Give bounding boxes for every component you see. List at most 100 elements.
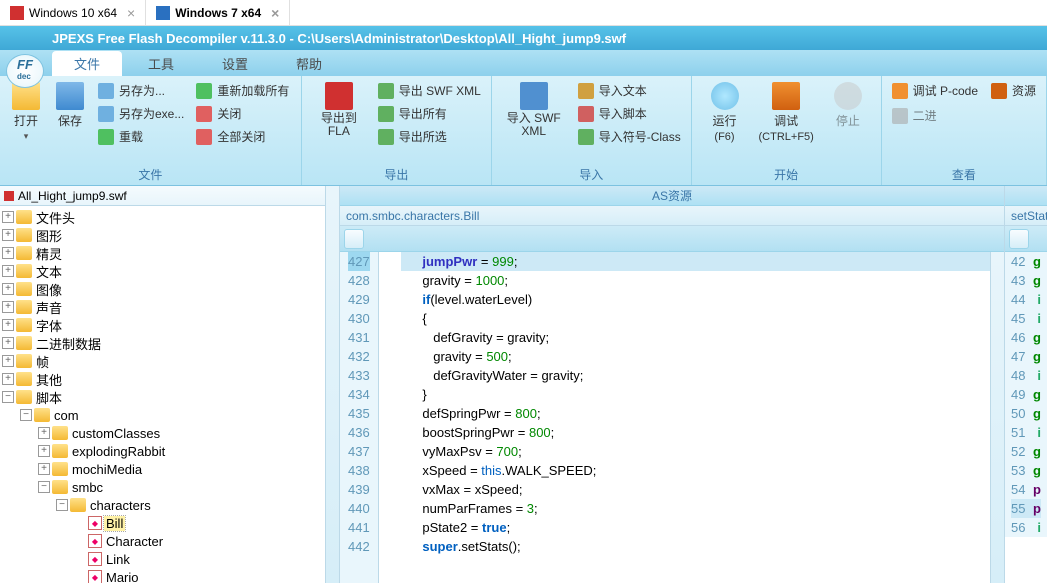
folder-icon	[16, 354, 32, 368]
tree-item[interactable]: +图形	[0, 226, 339, 244]
pcode-pane: setStats 42g43g44i45i46g47g48i49g50g51i5…	[1005, 186, 1047, 583]
saveas-button[interactable]: 另存为...	[94, 80, 188, 101]
window-title: JPEXS Free Flash Decompiler v.11.3.0 - C…	[6, 31, 626, 46]
menu-tab[interactable]: 文件	[52, 51, 122, 76]
vm-icon	[156, 6, 170, 20]
vm-tab[interactable]: Windows 7 x64×	[146, 0, 290, 25]
flash-icon	[4, 191, 14, 201]
tree-item[interactable]: −脚本	[0, 388, 339, 406]
tree-item[interactable]: +图像	[0, 280, 339, 298]
run-button[interactable]: 运行(F6)	[705, 80, 745, 164]
debug-button[interactable]: 调试(CTRL+F5)	[755, 80, 818, 164]
folder-icon	[16, 264, 32, 278]
package-icon	[52, 444, 68, 458]
tree-item[interactable]: −characters	[0, 496, 339, 514]
package-icon	[52, 480, 68, 494]
ribbon: 打开▾ 保存 另存为... 另存为exe... 重载 重新加载所有 关闭 全部关…	[0, 76, 1047, 186]
code-toolbar	[340, 226, 1004, 252]
tree-item[interactable]: +帧	[0, 352, 339, 370]
tree-item[interactable]: Bill	[0, 514, 339, 532]
class-icon	[88, 570, 102, 583]
tree-scrollbar[interactable]	[325, 186, 339, 583]
ribbon-group-view: 查看	[888, 164, 1040, 183]
title-bar: JPEXS Free Flash Decompiler v.11.3.0 - C…	[0, 26, 1047, 50]
tree-item[interactable]: +声音	[0, 298, 339, 316]
tree-pane: All_Hight_jump9.swf +文件头+图形+精灵+文本+图像+声音+…	[0, 186, 340, 583]
method-name: setStats	[1005, 206, 1047, 226]
close-icon[interactable]: ×	[127, 5, 135, 21]
pcode-tool-button[interactable]	[1009, 229, 1029, 249]
tree-item[interactable]: +文本	[0, 262, 339, 280]
code-editor[interactable]: jumpPwr = 999; gravity = 1000; if(level.…	[379, 252, 990, 583]
folder-icon	[16, 390, 32, 404]
vm-icon	[10, 6, 24, 20]
tree-item[interactable]: +文件头	[0, 208, 339, 226]
binary-button[interactable]: 二进	[888, 105, 1040, 126]
line-gutter: 4274284294304314324334344354364374384394…	[340, 252, 379, 583]
tree-item[interactable]: Mario	[0, 568, 339, 583]
folder-icon	[16, 300, 32, 314]
reload-button[interactable]: 重载	[94, 126, 188, 147]
tree-item[interactable]: +字体	[0, 316, 339, 334]
content-area: All_Hight_jump9.swf +文件头+图形+精灵+文本+图像+声音+…	[0, 186, 1047, 583]
menu-tab[interactable]: 设置	[200, 51, 270, 76]
folder-icon	[16, 210, 32, 224]
import-text-button[interactable]: 导入文本	[574, 80, 685, 101]
package-icon	[52, 462, 68, 476]
tree-item[interactable]: +精灵	[0, 244, 339, 262]
closeall-button[interactable]: 全部关闭	[192, 126, 293, 147]
folder-icon	[16, 372, 32, 386]
package-icon	[52, 426, 68, 440]
close-icon[interactable]: ×	[271, 5, 279, 21]
package-icon	[34, 408, 50, 422]
class-icon	[88, 534, 102, 548]
debug-pcode-button[interactable]: 调试 P-code 资源	[888, 80, 1040, 101]
import-script-button[interactable]: 导入脚本	[574, 103, 685, 124]
save-button[interactable]: 保存	[50, 80, 90, 164]
saveas-exe-button[interactable]: 另存为exe...	[94, 103, 188, 124]
tree-item[interactable]: −com	[0, 406, 339, 424]
class-icon	[88, 516, 102, 530]
tree-item[interactable]: −smbc	[0, 478, 339, 496]
as-resource-header: AS资源	[340, 186, 1004, 206]
menu-tab[interactable]: 工具	[126, 51, 196, 76]
tree-item[interactable]: Character	[0, 532, 339, 550]
menu-tab[interactable]: 帮助	[274, 51, 344, 76]
class-icon	[88, 552, 102, 566]
open-button[interactable]: 打开▾	[6, 80, 46, 164]
tree-item[interactable]: +customClasses	[0, 424, 339, 442]
close-button[interactable]: 关闭	[192, 103, 293, 124]
ribbon-group-start: 开始	[698, 164, 875, 183]
tree-item[interactable]: Link	[0, 550, 339, 568]
edit-button[interactable]	[344, 229, 364, 249]
tree-item[interactable]: +二进制数据	[0, 334, 339, 352]
code-pane: AS资源 com.smbc.characters.Bill 4274284294…	[340, 186, 1005, 583]
export-fla-button[interactable]: 导出到FLA	[308, 80, 370, 164]
vm-tabs: Windows 10 x64×Windows 7 x64×	[0, 0, 1047, 26]
folder-icon	[16, 228, 32, 242]
ribbon-group-export: 导出	[308, 164, 485, 183]
import-swfxml-button[interactable]: 导入 SWF XML	[498, 80, 570, 164]
folder-icon	[16, 318, 32, 332]
vm-tab[interactable]: Windows 10 x64×	[0, 0, 146, 25]
ribbon-group-import: 导入	[498, 164, 685, 183]
export-sel-button[interactable]: 导出所选	[374, 126, 485, 147]
export-all-button[interactable]: 导出所有	[374, 103, 485, 124]
tree-root-label[interactable]: All_Hight_jump9.swf	[18, 189, 127, 203]
export-swfxml-button[interactable]: 导出 SWF XML	[374, 80, 485, 101]
class-path-label: com.smbc.characters.Bill	[340, 206, 1004, 226]
tree-item[interactable]: +mochiMedia	[0, 460, 339, 478]
package-icon	[70, 498, 86, 512]
ribbon-group-file: 文件	[6, 164, 295, 183]
folder-icon	[16, 282, 32, 296]
stop-button[interactable]: 停止	[828, 80, 868, 164]
menu-bar: 文件工具设置帮助	[0, 50, 1047, 76]
reloadall-button[interactable]: 重新加载所有	[192, 80, 293, 101]
tree-item[interactable]: +其他	[0, 370, 339, 388]
tree-item[interactable]: +explodingRabbit	[0, 442, 339, 460]
import-symbol-button[interactable]: 导入符号-Class	[574, 126, 685, 147]
folder-icon	[16, 246, 32, 260]
folder-icon	[16, 336, 32, 350]
code-scrollbar[interactable]	[990, 252, 1004, 583]
pcode-gutter: 42g43g44i45i46g47g48i49g50g51i52g53g54p5…	[1005, 252, 1047, 537]
